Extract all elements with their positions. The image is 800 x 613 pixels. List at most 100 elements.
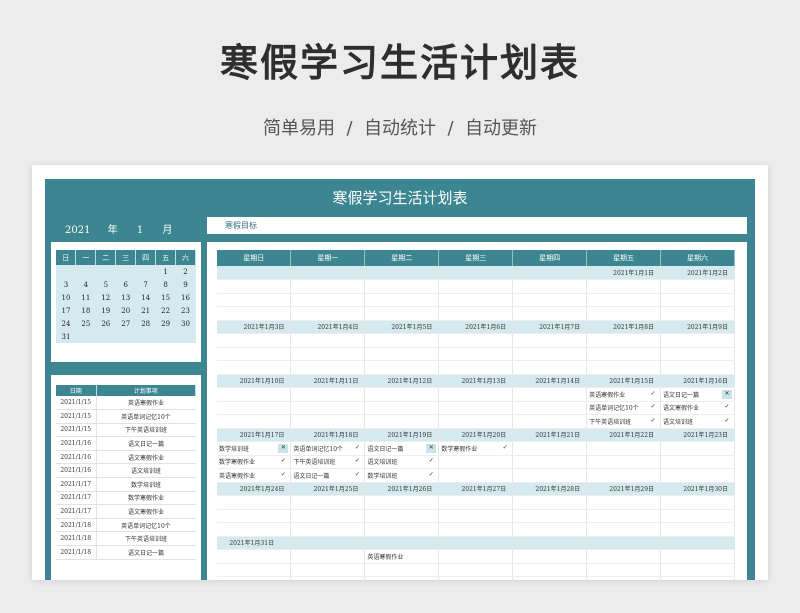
plan-date-cell[interactable]: 2021/1/17: [56, 504, 97, 519]
mini-calendar-day[interactable]: 2: [175, 265, 196, 278]
task-cell[interactable]: [586, 293, 662, 307]
task-cell[interactable]: [438, 293, 514, 307]
calendar-date-cell[interactable]: [512, 266, 588, 280]
mini-calendar-day[interactable]: 27: [115, 317, 136, 330]
task-cell[interactable]: [512, 455, 588, 469]
task-cell[interactable]: [290, 414, 366, 429]
task-cell[interactable]: [438, 306, 514, 321]
calendar-date-cell[interactable]: 2021年1月13日: [438, 374, 514, 388]
task-cell[interactable]: [512, 441, 588, 456]
task-cell[interactable]: [290, 306, 366, 321]
calendar-date-cell[interactable]: [364, 266, 440, 280]
task-cell[interactable]: [217, 401, 292, 415]
calendar-date-cell[interactable]: 2021年1月5日: [364, 320, 440, 334]
calendar-date-cell[interactable]: 2021年1月28日: [512, 482, 588, 496]
task-cell[interactable]: [290, 495, 366, 510]
task-cell[interactable]: [217, 360, 292, 375]
calendar-date-cell[interactable]: 2021年1月18日: [290, 428, 366, 442]
task-cell[interactable]: [438, 455, 514, 469]
calendar-date-cell[interactable]: 2021年1月27日: [438, 482, 514, 496]
calendar-date-cell[interactable]: 2021年1月19日: [364, 428, 440, 442]
task-cell[interactable]: [290, 387, 366, 402]
plan-date-cell[interactable]: 2021/1/15: [56, 396, 97, 411]
task-cell[interactable]: [364, 279, 440, 294]
task-cell[interactable]: [290, 279, 366, 294]
calendar-date-cell[interactable]: 2021年1月16日: [660, 374, 735, 388]
task-cell[interactable]: [512, 468, 588, 483]
task-cell[interactable]: [364, 414, 440, 429]
plan-date-cell[interactable]: 2021/1/16: [56, 436, 97, 451]
calendar-date-cell[interactable]: 2021年1月17日: [217, 428, 292, 442]
mini-calendar-day[interactable]: 12: [95, 291, 116, 304]
calendar-date-cell[interactable]: [438, 266, 514, 280]
task-cell[interactable]: [364, 576, 440, 580]
calendar-date-cell[interactable]: 2021年1月22日: [586, 428, 662, 442]
plan-item-cell[interactable]: 语文寒假作业: [96, 504, 196, 519]
mini-calendar-day[interactable]: [56, 265, 76, 278]
task-cell[interactable]: [217, 576, 292, 580]
task-cell[interactable]: [290, 576, 366, 580]
task-cell[interactable]: [438, 549, 514, 564]
task-cell[interactable]: [586, 495, 662, 510]
task-cell[interactable]: [438, 576, 514, 580]
calendar-date-cell[interactable]: 2021年1月11日: [290, 374, 366, 388]
mini-calendar-day[interactable]: 11: [75, 291, 96, 304]
task-cell[interactable]: [217, 279, 292, 294]
calendar-date-cell[interactable]: 2021年1月12日: [364, 374, 440, 388]
calendar-date-cell[interactable]: 2021年1月30日: [660, 482, 735, 496]
check-icon[interactable]: [426, 552, 436, 561]
mini-calendar-day[interactable]: 6: [115, 278, 136, 291]
task-cell[interactable]: [660, 468, 735, 483]
mini-calendar-day[interactable]: 9: [175, 278, 196, 291]
task-cell[interactable]: [586, 509, 662, 523]
task-cell[interactable]: 英语寒假作业: [364, 549, 440, 564]
check-icon[interactable]: ✓: [426, 457, 436, 466]
mini-calendar-day[interactable]: 3: [56, 278, 76, 291]
task-cell[interactable]: [364, 522, 440, 537]
task-cell[interactable]: [512, 495, 588, 510]
plan-item-cell[interactable]: 语文日记一篇: [96, 545, 196, 560]
task-cell[interactable]: [660, 522, 735, 537]
calendar-date-cell[interactable]: 2021年1月15日: [586, 374, 662, 388]
calendar-date-cell[interactable]: 2021年1月24日: [217, 482, 292, 496]
task-cell[interactable]: [512, 509, 588, 523]
calendar-date-cell[interactable]: 2021年1月25日: [290, 482, 366, 496]
plan-date-cell[interactable]: 2021/1/16: [56, 450, 97, 465]
task-cell[interactable]: [290, 333, 366, 348]
task-cell[interactable]: [660, 455, 735, 469]
task-cell[interactable]: [660, 576, 735, 580]
task-cell[interactable]: [364, 347, 440, 361]
task-cell[interactable]: [217, 387, 292, 402]
mini-calendar-day[interactable]: 25: [75, 317, 96, 330]
task-cell[interactable]: 语文培训班 ✓: [364, 455, 440, 469]
calendar-date-cell[interactable]: 2021年1月20日: [438, 428, 514, 442]
mini-calendar-day[interactable]: 21: [135, 304, 156, 317]
task-cell[interactable]: [438, 347, 514, 361]
task-cell[interactable]: [660, 563, 735, 577]
task-cell[interactable]: [586, 441, 662, 456]
task-cell[interactable]: 英语寒假作业 ✓: [217, 468, 292, 483]
check-icon[interactable]: ✓: [352, 457, 362, 466]
plan-item-cell[interactable]: 英语单词记忆10个: [96, 409, 196, 424]
check-icon[interactable]: ✓: [722, 417, 732, 426]
plan-date-cell[interactable]: 2021/1/18: [56, 531, 97, 547]
task-cell[interactable]: [217, 333, 292, 348]
mini-calendar-day[interactable]: 14: [135, 291, 156, 304]
cross-icon[interactable]: ✕: [722, 389, 732, 399]
task-cell[interactable]: [512, 414, 588, 429]
calendar-date-cell[interactable]: 2021年1月26日: [364, 482, 440, 496]
plan-item-cell[interactable]: 语文日记一篇: [96, 436, 196, 451]
task-cell[interactable]: [438, 401, 514, 415]
mini-calendar-day[interactable]: 1: [155, 265, 176, 278]
plan-item-cell[interactable]: 下午英语培训班: [96, 423, 196, 438]
task-cell[interactable]: [438, 333, 514, 348]
mini-calendar-day[interactable]: [115, 265, 136, 278]
calendar-date-cell[interactable]: 2021年1月1日: [586, 266, 662, 280]
calendar-date-cell[interactable]: 2021年1月3日: [217, 320, 292, 334]
check-icon[interactable]: ✓: [352, 471, 362, 480]
mini-calendar-day[interactable]: 7: [135, 278, 156, 291]
mini-calendar-day[interactable]: 15: [155, 291, 176, 304]
task-cell[interactable]: [660, 549, 735, 564]
task-cell[interactable]: [217, 549, 292, 564]
mini-calendar-day[interactable]: 13: [115, 291, 136, 304]
